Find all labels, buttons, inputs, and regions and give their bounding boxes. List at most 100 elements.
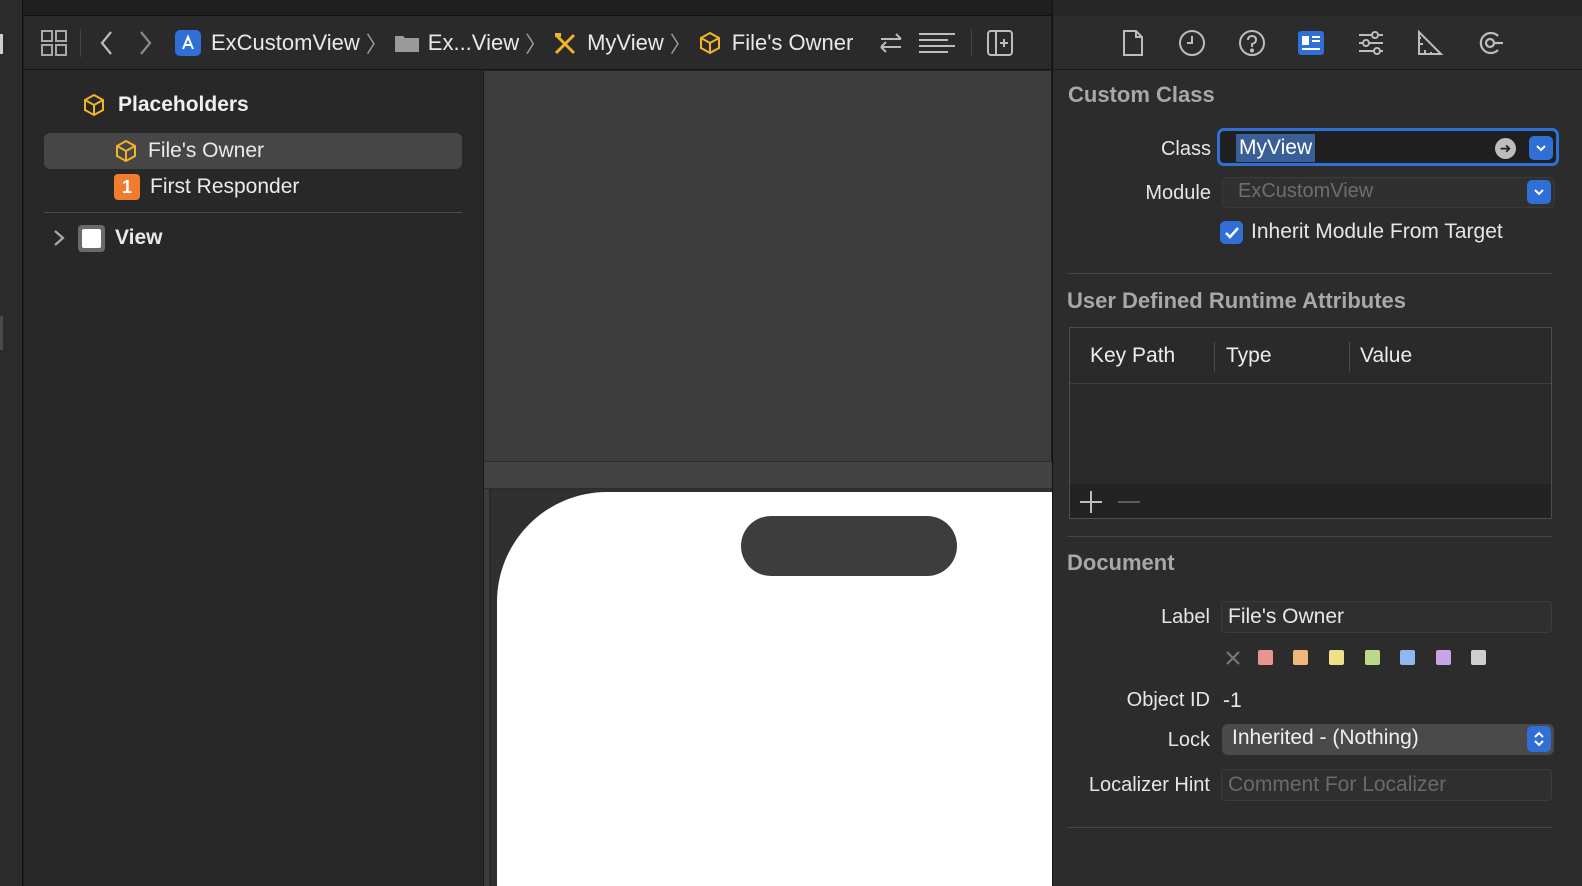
- view-canvas-screen[interactable]: [497, 492, 1057, 886]
- add-editor-icon[interactable]: [986, 29, 1014, 57]
- editor-top-edge: [24, 0, 1051, 16]
- document-label-value: File's Owner: [1228, 605, 1345, 628]
- breadcrumb-separator: 〉: [669, 31, 692, 57]
- placeholders-title: Placeholders: [118, 93, 249, 116]
- label-label: Label: [1161, 606, 1210, 628]
- chevron-down-icon[interactable]: [1527, 180, 1551, 204]
- interface-builder-canvas[interactable]: [483, 71, 1057, 886]
- identity-inspector-icon[interactable]: [1294, 26, 1328, 60]
- runtime-attributes-header: Key Path Type Value: [1070, 328, 1551, 384]
- label-color-orange[interactable]: [1293, 650, 1308, 665]
- checkmark-icon: [1224, 226, 1239, 239]
- breadcrumb-group-label: Ex...View: [427, 29, 520, 55]
- localizer-hint-placeholder: Comment For Localizer: [1228, 773, 1447, 796]
- column-header-value[interactable]: Value: [1360, 344, 1412, 368]
- label-color-yellow[interactable]: [1329, 650, 1344, 665]
- connections-inspector-icon[interactable]: [1473, 26, 1507, 60]
- lock-popup-value: Inherited - (Nothing): [1232, 726, 1419, 749]
- forward-chevron-icon[interactable]: [131, 29, 159, 57]
- jump-bar-divider: [971, 28, 973, 57]
- related-items-icon[interactable]: [40, 29, 68, 57]
- localizer-hint-field[interactable]: Comment For Localizer: [1221, 769, 1552, 801]
- first-responder-icon: 1: [114, 174, 140, 200]
- attributes-inspector-icon[interactable]: [1354, 26, 1388, 60]
- object-id-label: Object ID: [1126, 689, 1210, 711]
- navigator-edge-marker: [0, 34, 3, 54]
- outline-divider: [44, 212, 462, 213]
- localizer-hint-label: Localizer Hint: [1088, 774, 1210, 796]
- outline-item-label: First Responder: [150, 175, 300, 198]
- back-chevron-icon[interactable]: [93, 29, 121, 57]
- clear-color-x-icon[interactable]: [1225, 650, 1241, 666]
- breadcrumb-separator: 〉: [365, 31, 388, 57]
- outline-item-view[interactable]: View: [44, 220, 462, 256]
- xib-file-icon: [553, 31, 577, 55]
- editor-options-icon[interactable]: [917, 29, 957, 57]
- column-separator: [1349, 342, 1350, 372]
- jump-bar-divider: [80, 28, 81, 57]
- label-color-purple[interactable]: [1436, 650, 1451, 665]
- class-combo-field[interactable]: MyView ➜: [1217, 128, 1559, 166]
- editor-area: ExCustomView 〉 Ex...View 〉 MyView 〉 File…: [24, 0, 1057, 886]
- breadcrumb-project[interactable]: ExCustomView: [175, 29, 360, 56]
- inspector-tab-bar: [1053, 16, 1582, 70]
- label-color-green[interactable]: [1365, 650, 1380, 665]
- placeholder-cube-icon: [698, 31, 722, 55]
- label-color-blue[interactable]: [1400, 650, 1415, 665]
- section-divider: [1067, 536, 1552, 537]
- navigator-edge-marker: [0, 316, 3, 350]
- document-label-field[interactable]: File's Owner: [1221, 601, 1552, 633]
- up-down-chevron-icon: [1527, 726, 1551, 752]
- class-field-value[interactable]: MyView: [1236, 134, 1316, 162]
- lock-label: Lock: [1167, 729, 1210, 751]
- quick-help-icon[interactable]: [1235, 26, 1269, 60]
- document-title: Document: [1067, 550, 1175, 575]
- placeholders-header: Placeholders: [82, 93, 249, 117]
- runtime-attributes-table[interactable]: Key Path Type Value: [1069, 327, 1552, 519]
- outline-item-label: File's Owner: [148, 139, 265, 162]
- object-id-value: -1: [1223, 689, 1242, 712]
- folder-icon: [394, 33, 420, 53]
- view-icon: [78, 224, 105, 252]
- device-frame: [489, 489, 1057, 886]
- disclosure-chevron-icon[interactable]: [52, 228, 66, 248]
- dynamic-island: [741, 516, 957, 576]
- outline-item-files-owner[interactable]: File's Owner: [44, 133, 462, 169]
- file-inspector-icon[interactable]: [1116, 26, 1150, 60]
- placeholder-cube-icon: [82, 93, 106, 117]
- breadcrumb-group[interactable]: Ex...View: [394, 30, 519, 56]
- lock-popup-button[interactable]: Inherited - (Nothing): [1222, 724, 1554, 755]
- column-header-type[interactable]: Type: [1226, 344, 1272, 368]
- label-color-gray[interactable]: [1471, 650, 1486, 665]
- remove-attribute-minus-icon[interactable]: [1116, 489, 1142, 515]
- document-outline: Placeholders File's Owner 1 First Respon…: [24, 71, 483, 886]
- runtime-attributes-footer: [1070, 484, 1551, 518]
- outline-item-first-responder[interactable]: 1 First Responder: [44, 169, 462, 205]
- section-divider: [1067, 273, 1552, 274]
- placeholder-cube-icon: [114, 139, 138, 163]
- module-combo-field[interactable]: ExCustomView: [1222, 177, 1555, 208]
- inspector-top-edge: [1053, 0, 1582, 16]
- column-header-key-path[interactable]: Key Path: [1090, 344, 1175, 368]
- inherit-module-checkbox[interactable]: [1220, 221, 1243, 244]
- breadcrumb-file[interactable]: MyView: [553, 30, 664, 56]
- breadcrumb-object-label: File's Owner: [731, 29, 854, 55]
- column-separator: [1214, 342, 1215, 372]
- module-field-placeholder: ExCustomView: [1238, 180, 1374, 202]
- xcode-project-icon: [175, 29, 201, 56]
- canvas-scene-bar: [484, 461, 1052, 489]
- swap-arrows-icon[interactable]: [877, 29, 905, 57]
- outline-item-label: View: [115, 226, 163, 249]
- breadcrumb-file-label: MyView: [587, 29, 664, 55]
- label-color-red[interactable]: [1258, 650, 1273, 665]
- add-attribute-plus-icon[interactable]: [1078, 489, 1104, 515]
- navigator-edge: [0, 0, 23, 886]
- chevron-down-icon[interactable]: [1529, 136, 1553, 160]
- history-inspector-icon[interactable]: [1175, 26, 1209, 60]
- size-inspector-icon[interactable]: [1413, 26, 1447, 60]
- breadcrumb-object[interactable]: File's Owner: [698, 29, 854, 56]
- custom-class-title: Custom Class: [1068, 82, 1215, 107]
- module-label: Module: [1145, 182, 1211, 204]
- go-to-class-arrow-icon[interactable]: ➜: [1495, 138, 1516, 159]
- inherit-module-label[interactable]: Inherit Module From Target: [1251, 220, 1503, 244]
